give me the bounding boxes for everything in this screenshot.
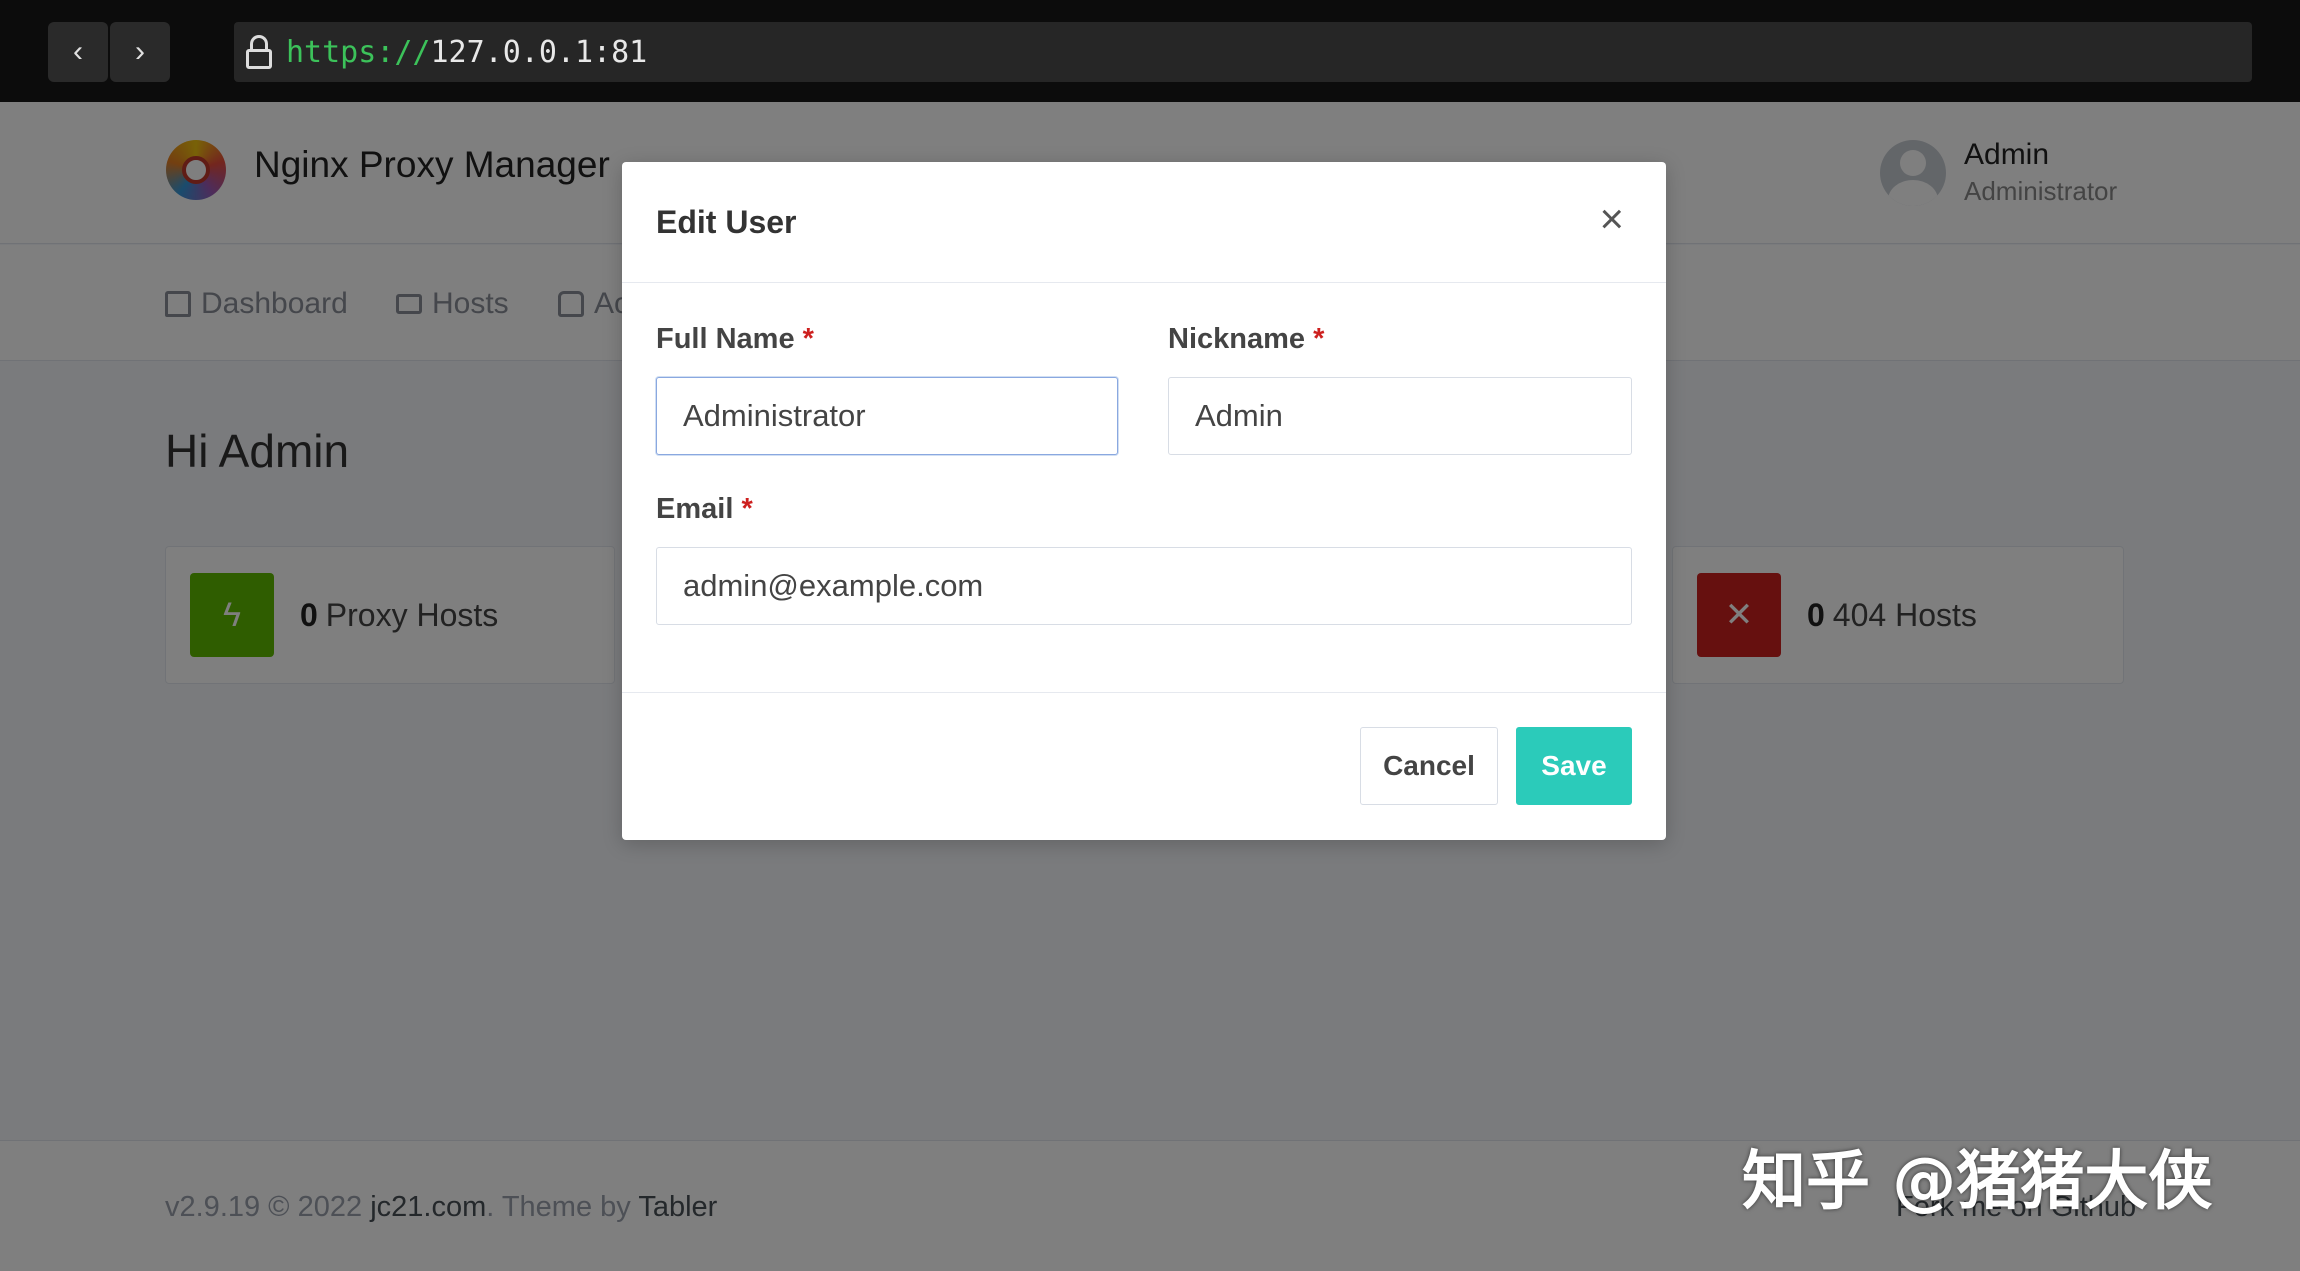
- full-name-input[interactable]: [656, 377, 1118, 455]
- address-bar[interactable]: https://127.0.0.1:81: [234, 22, 2252, 82]
- full-name-label-text: Full Name: [656, 323, 795, 355]
- required-mark: *: [802, 323, 814, 355]
- lock-icon: [246, 35, 272, 69]
- edit-user-modal: Edit User × Full Name * Nickname * Email…: [622, 162, 1666, 840]
- chevron-left-icon: ‹: [73, 35, 83, 68]
- modal-body: Full Name * Nickname * Email *: [622, 283, 1666, 693]
- required-mark: *: [741, 493, 753, 525]
- save-button[interactable]: Save: [1516, 727, 1632, 805]
- forward-button[interactable]: ›: [110, 22, 170, 82]
- full-name-label: Full Name *: [656, 323, 814, 356]
- cancel-button[interactable]: Cancel: [1360, 727, 1498, 805]
- modal-title: Edit User: [656, 204, 797, 240]
- email-label: Email *: [656, 493, 753, 526]
- close-icon[interactable]: ×: [1599, 198, 1624, 240]
- chevron-right-icon: ›: [135, 35, 145, 68]
- url-host: 127.0.0.1:81: [430, 34, 648, 70]
- nickname-label: Nickname *: [1168, 323, 1324, 356]
- nickname-label-text: Nickname: [1168, 323, 1306, 355]
- email-label-text: Email: [656, 493, 734, 525]
- modal-header: Edit User ×: [622, 162, 1666, 283]
- browser-chrome: ‹ › https://127.0.0.1:81: [0, 0, 2300, 102]
- url-scheme: https://: [286, 34, 431, 70]
- nickname-input[interactable]: [1168, 377, 1632, 455]
- required-mark: *: [1313, 323, 1325, 355]
- watermark: 知乎 @猪猪大侠: [1742, 1145, 2213, 1219]
- email-input[interactable]: [656, 547, 1632, 625]
- back-button[interactable]: ‹: [48, 22, 108, 82]
